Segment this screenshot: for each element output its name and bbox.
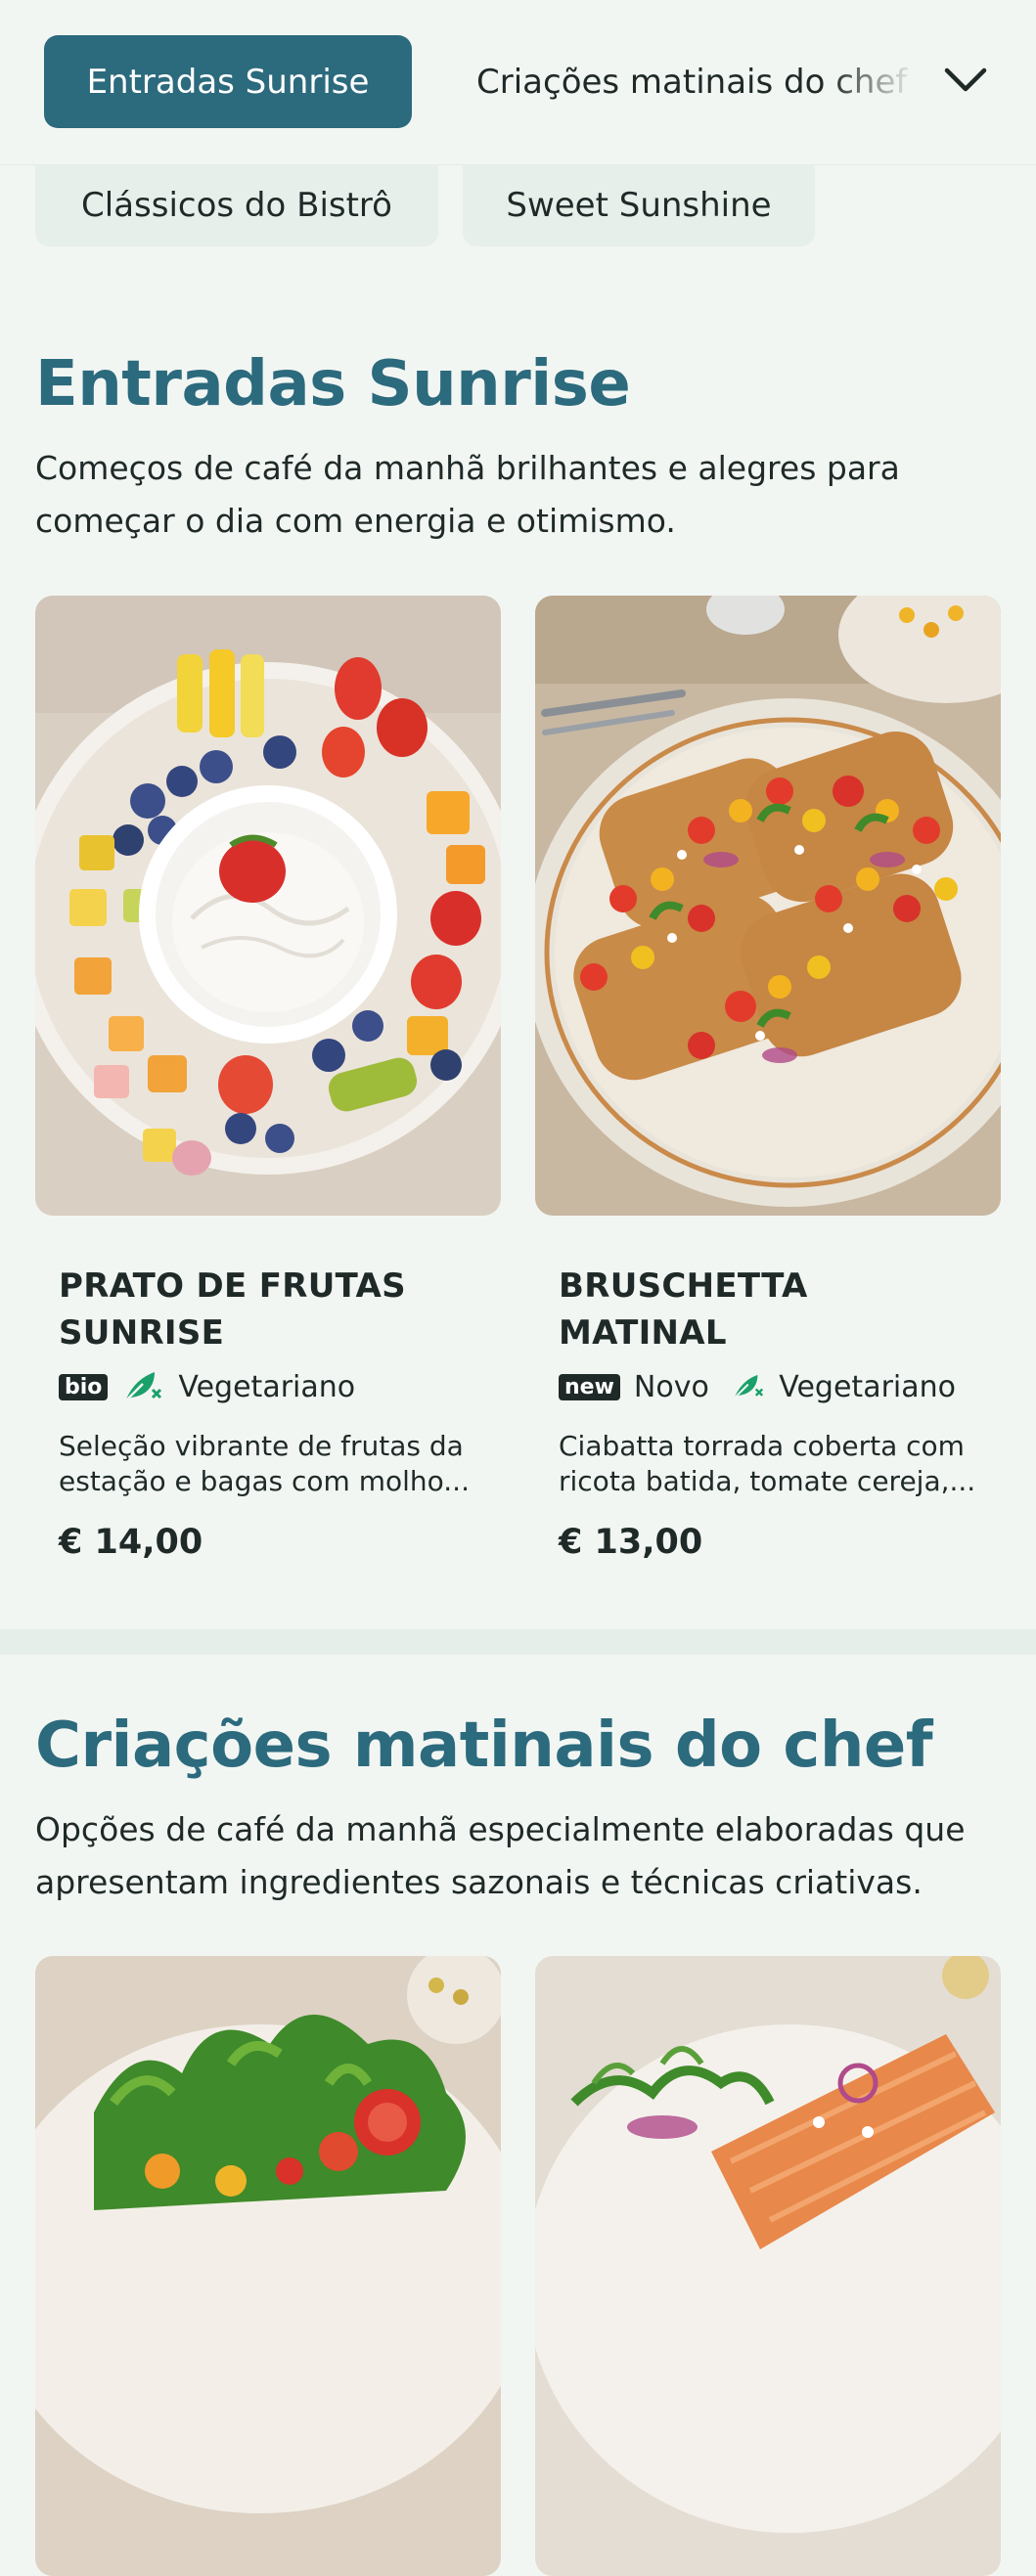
tab-classicos-do-bistro[interactable]: Clássicos do Bistrô — [35, 164, 438, 246]
leaf-icon — [733, 1374, 763, 1399]
tab-label: Sweet Sunshine — [506, 186, 772, 225]
tab-entradas-sunrise[interactable]: Entradas Sunrise — [44, 35, 412, 128]
bruschetta-photo — [535, 596, 1001, 1216]
section-description: Começos de café da manhã brilhantes e al… — [35, 449, 900, 540]
salmon-photo — [535, 1956, 1001, 2576]
menu-item-description: Seleção vibrante de frutas da estação e … — [59, 1430, 470, 1497]
tab-sweet-sunshine[interactable]: Sweet Sunshine — [463, 164, 815, 246]
menu-item-card[interactable]: BRUSCHETTA MATINAL new Novo Vegetariano … — [535, 596, 1001, 1562]
tab-criacoes-matinais[interactable]: Criações matinais do chef — [476, 35, 917, 128]
vegetarian-label: Vegetariano — [779, 1369, 956, 1404]
menu-item-card[interactable] — [35, 1956, 501, 2576]
bio-badge: bio — [59, 1373, 109, 1400]
section-description: Opções de café da manhã especialmente el… — [35, 1810, 966, 1901]
new-label: Novo — [633, 1369, 709, 1404]
menu-item-card[interactable]: PRATO DE FRUTAS SUNRISE bio Vegetariano … — [35, 596, 501, 1562]
section-title: Criações matinais do chef — [35, 1710, 933, 1782]
tab-label: Clássicos do Bistrô — [81, 186, 392, 225]
fruit-platter-photo — [35, 596, 501, 1216]
new-badge: new — [559, 1373, 620, 1400]
dietary-tags: new Novo Vegetariano — [559, 1368, 977, 1405]
section-divider — [0, 1629, 1036, 1655]
vegetarian-label: Vegetariano — [178, 1369, 356, 1404]
menu-item-name: BRUSCHETTA MATINAL — [559, 1266, 808, 1353]
section-title: Entradas Sunrise — [35, 348, 631, 421]
category-nav: Entradas Sunrise Criações matinais do ch… — [0, 0, 1036, 165]
dietary-tags: bio Vegetariano — [59, 1368, 477, 1405]
menu-item-name: PRATO DE FRUTAS SUNRISE — [59, 1266, 406, 1353]
tab-label: Entradas Sunrise — [86, 62, 370, 102]
menu-item-price: € 14,00 — [59, 1523, 203, 1562]
salad-photo — [35, 1956, 501, 2576]
leaf-icon — [124, 1372, 162, 1402]
menu-item-price: € 13,00 — [559, 1523, 703, 1562]
menu-item-card[interactable] — [535, 1956, 1001, 2576]
tab-label: Criações matinais do chef — [476, 62, 908, 102]
menu-item-description: Ciabatta torrada coberta com ricota bati… — [559, 1430, 976, 1497]
chevron-down-icon[interactable] — [941, 59, 990, 102]
